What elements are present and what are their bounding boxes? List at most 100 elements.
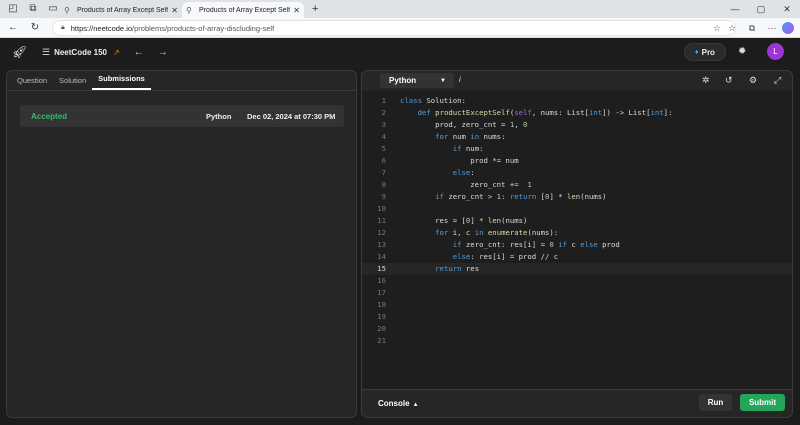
code-line: 13 if zero_cnt: res[i] = 0 if c else pro…: [362, 239, 792, 251]
code-line: 2 def productExceptSelf(self, nums: List…: [362, 107, 792, 119]
code-line: 19: [362, 311, 792, 323]
close-tab-icon[interactable]: ✕: [171, 6, 178, 15]
code-line: 9 if zero_cnt > 1: return [0] * len(nums…: [362, 191, 792, 203]
tab-submissions[interactable]: Submissions: [92, 74, 151, 90]
code-line: 8 zero_cnt += 1: [362, 179, 792, 191]
code-line: 4 for num in nums:: [362, 131, 792, 143]
code-line-current: 15 return res: [362, 263, 792, 275]
back-icon[interactable]: ←: [4, 22, 22, 33]
app-header: 🚀︎ ☰ NeetCode 150 ↗ ← → ♦ Pro ✹ L: [0, 38, 800, 66]
refresh-icon[interactable]: ↻: [26, 22, 44, 33]
code-line: 16: [362, 275, 792, 287]
code-text: for i, c in enumerate(nums):: [435, 228, 559, 237]
code-line: 10: [362, 203, 792, 215]
editor-settings-icon[interactable]: ⚙: [749, 75, 757, 86]
submission-date: Dec 02, 2024 at 07:30 PM: [247, 111, 336, 121]
caret-down-icon: ▼: [440, 77, 446, 84]
code-text: if zero_cnt > 1: return [0] * len(nums): [435, 192, 607, 201]
browser-tab-bar: ◰ ⧉ ▭ ⚲ Products of Array Except Self - …: [0, 0, 800, 18]
neetcode-logo-icon[interactable]: 🚀︎: [12, 44, 27, 60]
console-toggle[interactable]: Console ▲: [378, 399, 419, 408]
minimize-icon[interactable]: —: [722, 4, 748, 14]
tab-question[interactable]: Question: [11, 76, 53, 90]
code-text: return res: [435, 264, 480, 273]
info-icon[interactable]: i: [459, 75, 461, 84]
settings-icon[interactable]: ✹: [738, 46, 746, 57]
tab-actions-icon[interactable]: ▭: [46, 2, 60, 16]
address-bar-row: ← ↻ 🔒︎ https://neetcode.io/problems/prod…: [0, 18, 800, 38]
flame-icon: ♦: [695, 48, 699, 56]
code-editor[interactable]: 1 class Solution: 2 def productExceptSelf…: [362, 95, 792, 347]
submission-row[interactable]: Accepted Python Dec 02, 2024 at 07:30 PM: [20, 105, 344, 127]
course-title[interactable]: NeetCode 150: [54, 48, 107, 57]
line-number: 13: [377, 240, 386, 249]
browser-tab-title: Products of Array Except Self - Ne: [199, 6, 291, 14]
code-text: res = [0] * len(nums): [400, 216, 528, 225]
code-line: 3 prod, zero_cnt = 1, 0: [362, 119, 792, 131]
favorites-icon[interactable]: ☆: [722, 23, 742, 34]
new-tab-button[interactable]: +: [312, 3, 318, 15]
avatar[interactable]: L: [767, 43, 784, 60]
code-line: 20: [362, 323, 792, 335]
run-button[interactable]: Run: [699, 394, 732, 411]
editor-bottom-bar: Console ▲ Run Submit: [362, 389, 792, 417]
language-select[interactable]: Python ▼: [380, 73, 454, 88]
window-controls: — ▢ ✕: [722, 0, 800, 18]
code-text: prod, zero_cnt = 1, 0: [400, 120, 528, 129]
code-text: if zero_cnt: res[i] = 0 if c else prod: [452, 240, 620, 249]
submit-button[interactable]: Submit: [740, 394, 785, 411]
line-number: 3: [381, 120, 386, 129]
line-number: 16: [377, 276, 386, 285]
submission-language: Python: [206, 111, 232, 121]
neetcode-favicon-icon: ⚲: [64, 5, 70, 15]
fullscreen-icon[interactable]: ⤢: [774, 75, 781, 86]
workspaces-icon[interactable]: ⧉: [26, 2, 40, 16]
line-number: 9: [381, 192, 386, 201]
line-number: 6: [381, 156, 386, 165]
next-problem-icon[interactable]: →: [158, 47, 168, 58]
line-number: 21: [377, 336, 386, 345]
tab-solution[interactable]: Solution: [53, 76, 92, 90]
line-number: 5: [381, 144, 386, 153]
code-text: prod *= num: [400, 156, 519, 165]
code-line: 5 if num:: [362, 143, 792, 155]
neetcode-favicon-icon: ⚲: [186, 5, 192, 15]
code-line: 11 res = [0] * len(nums): [362, 215, 792, 227]
more-menu-icon[interactable]: ···: [762, 23, 782, 33]
maximize-icon[interactable]: ▢: [748, 4, 774, 15]
code-text: def productExceptSelf(self, nums: List[i…: [417, 108, 673, 117]
left-panel: Question Solution Submissions Accepted P…: [6, 70, 357, 418]
url-path: /problems/products-of-array-discluding-s…: [132, 23, 275, 33]
code-text: class Solution:: [400, 96, 466, 105]
close-tab-icon[interactable]: ✕: [293, 6, 300, 15]
browser-tab-2[interactable]: ⚲ Products of Array Except Self - Ne ✕: [182, 2, 304, 18]
external-link-icon[interactable]: ↗: [113, 48, 120, 57]
line-number: 8: [381, 180, 386, 189]
prev-problem-icon[interactable]: ←: [134, 47, 144, 58]
editor-toolbar: Python ▼ i ✲ ↺ ⚙ ⤢: [362, 71, 792, 91]
code-text: zero_cnt += 1: [400, 180, 532, 189]
reset-icon[interactable]: ↺: [725, 75, 733, 86]
caret-up-icon: ▲: [412, 402, 419, 408]
code-line: 17: [362, 287, 792, 299]
code-line: 1 class Solution:: [362, 95, 792, 107]
bug-icon[interactable]: ✲: [702, 75, 710, 86]
pro-button[interactable]: ♦ Pro: [684, 43, 726, 61]
code-text: else:: [452, 168, 475, 177]
browser-tab-1[interactable]: ⚲ Products of Array Except Self - Ne ✕: [60, 2, 182, 18]
collections-icon[interactable]: ⧉: [742, 23, 762, 34]
copilot-icon[interactable]: [782, 22, 794, 34]
line-number: 10: [377, 204, 386, 213]
code-line: 14 else: res[i] = prod // c: [362, 251, 792, 263]
profile-icon[interactable]: ◰: [6, 2, 20, 16]
list-icon[interactable]: ☰: [42, 47, 50, 58]
line-number: 14: [377, 252, 386, 261]
line-number: 1: [381, 96, 386, 105]
line-number: 15: [377, 264, 386, 273]
url-input[interactable]: 🔒︎ https://neetcode.io/problems/products…: [52, 20, 736, 36]
site-info-icon[interactable]: 🔒︎: [61, 24, 65, 32]
favorite-star-icon[interactable]: ☆: [713, 23, 721, 34]
code-text: else: res[i] = prod // c: [452, 252, 559, 261]
close-window-icon[interactable]: ✕: [774, 4, 800, 15]
line-number: 2: [381, 108, 386, 117]
